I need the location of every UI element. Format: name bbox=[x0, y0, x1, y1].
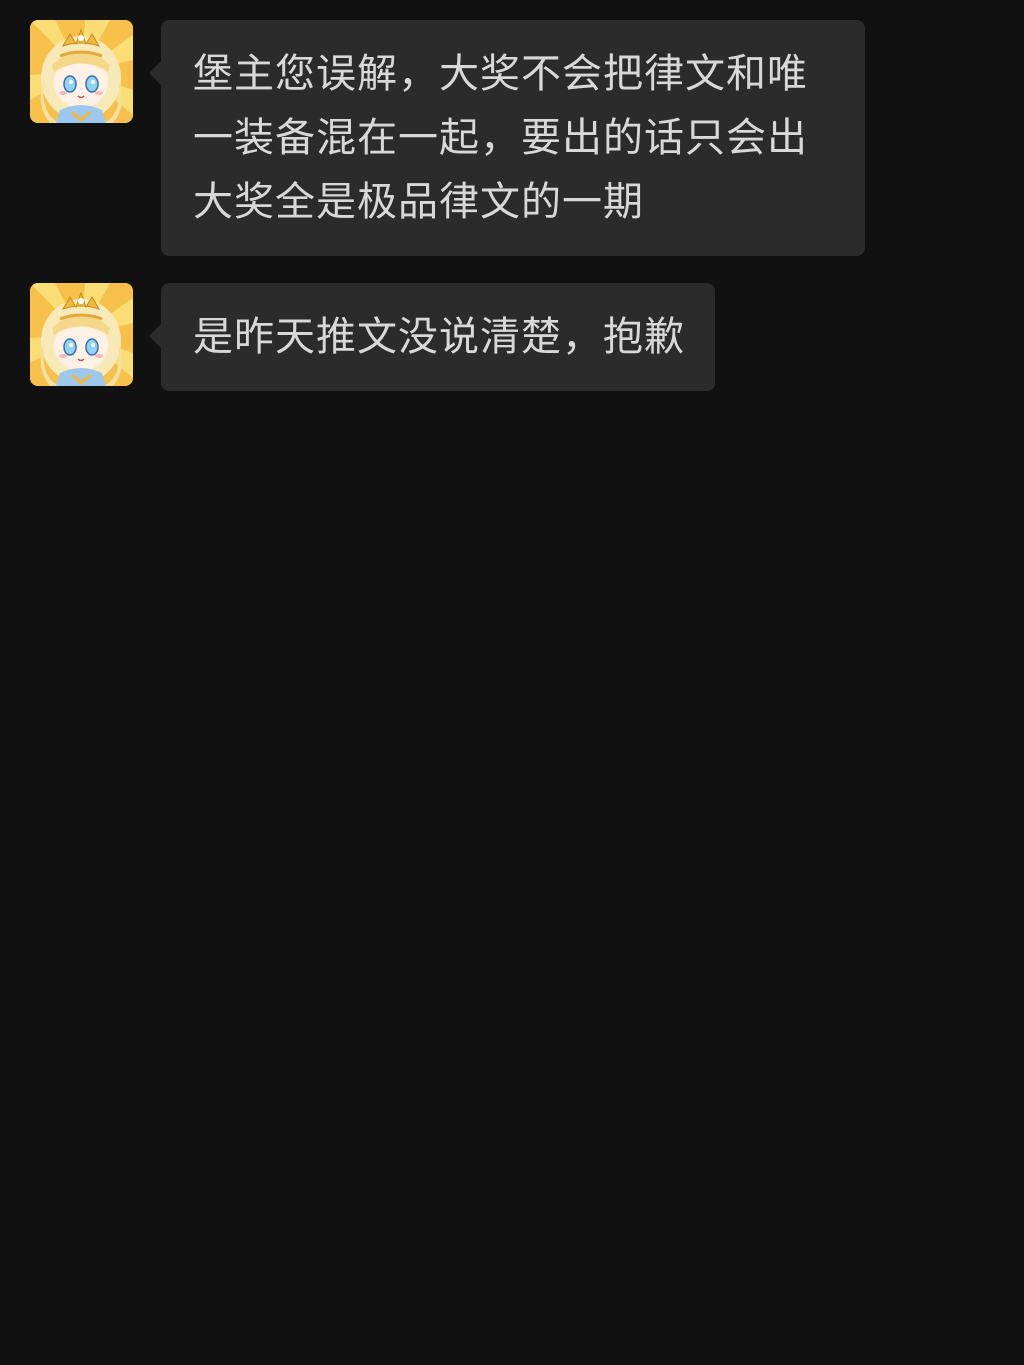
message-text: 是昨天推文没说清楚，抱歉 bbox=[193, 314, 685, 360]
message-row: 是昨天推文没说清楚，抱歉 bbox=[30, 283, 715, 391]
anime-princess-avatar-icon bbox=[30, 20, 133, 123]
message-text: 堡主您误解，大奖不会把律文和唯一装备混在一起，要出的话只会出大奖全是极品律文的一… bbox=[193, 51, 808, 225]
chat-conversation: 堡主您误解，大奖不会把律文和唯一装备混在一起，要出的话只会出大奖全是极品律文的一… bbox=[0, 0, 1024, 1365]
avatar[interactable] bbox=[30, 283, 133, 386]
message-row: 堡主您误解，大奖不会把律文和唯一装备混在一起，要出的话只会出大奖全是极品律文的一… bbox=[30, 20, 865, 256]
message-bubble[interactable]: 堡主您误解，大奖不会把律文和唯一装备混在一起，要出的话只会出大奖全是极品律文的一… bbox=[149, 20, 865, 256]
anime-princess-avatar-icon bbox=[30, 283, 133, 386]
message-bubble[interactable]: 是昨天推文没说清楚，抱歉 bbox=[149, 283, 715, 391]
avatar[interactable] bbox=[30, 20, 133, 123]
